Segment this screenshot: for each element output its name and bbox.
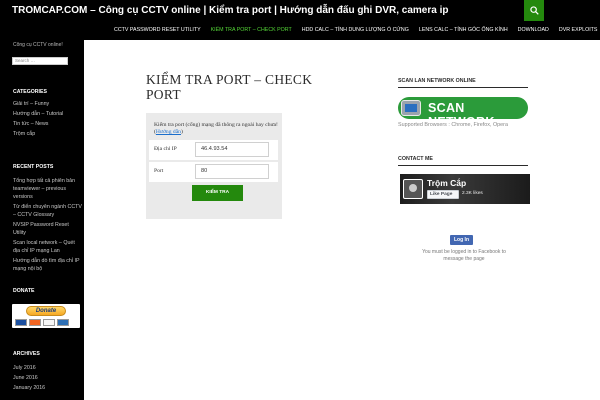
nav-item-dvr-exploits[interactable]: DVR Exploits xyxy=(559,27,598,33)
recent-post-link[interactable]: Tổng hợp tất cả phiên bản teamviewer – p… xyxy=(13,177,83,201)
category-link[interactable]: Tin tức – News xyxy=(13,120,83,128)
supported-browsers: Supported Browsers : Chrome, Firefox, Op… xyxy=(398,122,508,128)
amex-card-icon xyxy=(43,319,55,326)
ip-row: Địa chỉ IP 46.4.93.54 xyxy=(149,140,278,160)
archive-link[interactable]: July 2016 xyxy=(13,364,83,372)
mastercard-icon xyxy=(29,319,41,326)
recent-posts-list: Tổng hợp tất cả phiên bản teamviewer – p… xyxy=(13,177,83,275)
category-link[interactable]: Trộm cắp xyxy=(13,130,83,138)
payment-cards xyxy=(15,319,69,326)
recent-post-link[interactable]: NVSIP Password Reset Utility xyxy=(13,221,83,237)
site-header: TROMCAP.COM – Công cụ CCTV online | Kiểm… xyxy=(0,0,600,24)
guide-link[interactable]: Hướng dẫn xyxy=(156,129,181,135)
category-link[interactable]: Hướng dẫn – Tutorial xyxy=(13,110,83,118)
search-toggle-button[interactable] xyxy=(524,0,544,21)
facebook-cover-image: Trộm Cắp Like Page 2.3K likes xyxy=(400,174,530,204)
archives-list: July 2016 June 2016 January 2016 xyxy=(13,364,83,394)
primary-navigation: CCTV Password Reset Utility Kiểm tra Por… xyxy=(0,24,600,40)
categories-title: Categories xyxy=(13,89,47,95)
archives-title: Archives xyxy=(13,351,40,357)
donate-title: Donate xyxy=(13,288,35,294)
contact-title-divider xyxy=(398,165,528,166)
donate-widget: Donate xyxy=(12,304,80,328)
like-page-button[interactable]: Like Page xyxy=(427,190,459,199)
recent-post-link[interactable]: Hướng dẫn dò tìm địa chỉ IP mạng nội bộ xyxy=(13,257,83,273)
search-icon xyxy=(529,6,539,15)
facebook-login-button[interactable]: Log In xyxy=(450,235,473,245)
facebook-page-name[interactable]: Trộm Cắp xyxy=(427,178,466,188)
sidebar-search-input[interactable]: Search … xyxy=(12,57,68,65)
form-note: Kiểm tra port (cổng) mạng đã thông ra ng… xyxy=(154,122,278,136)
ip-address-input[interactable]: 46.4.93.54 xyxy=(195,142,269,157)
left-sidebar: Công cụ CCTV online! Search … Categories… xyxy=(0,40,84,400)
archive-link[interactable]: January 2016 xyxy=(13,384,83,392)
nav-item-password-reset[interactable]: CCTV Password Reset Utility xyxy=(114,27,201,33)
scan-widget-title: Scan Lan Network Online xyxy=(398,78,476,84)
visa-card-icon xyxy=(15,319,27,326)
facebook-login-message: You must be logged in to Facebook to mes… xyxy=(422,249,506,262)
bank-card-icon xyxy=(57,319,69,326)
check-port-form: Kiểm tra port (cổng) mạng đã thông ra ng… xyxy=(146,113,282,219)
nav-item-check-port[interactable]: Kiểm tra Port – Check Port xyxy=(211,27,292,33)
check-port-button[interactable]: Kiểm tra xyxy=(192,185,243,201)
ip-label: Địa chỉ IP xyxy=(154,146,177,152)
nav-item-lens-calc[interactable]: Lens Calc – Tính góc ống kính xyxy=(419,27,508,33)
page-likes-count: 2.3K likes xyxy=(462,191,483,196)
donate-button[interactable]: Donate xyxy=(26,306,66,316)
recent-post-link[interactable]: Scan local network – Quét địa chỉ IP mạn… xyxy=(13,239,83,255)
archive-link[interactable]: June 2016 xyxy=(13,374,83,382)
facebook-page-widget: Trộm Cắp Like Page 2.3K likes Log In You… xyxy=(398,173,530,264)
recent-posts-title: Recent Posts xyxy=(13,164,54,170)
note-end: ) xyxy=(180,129,183,135)
scan-banner-text: SCAN NETWORK xyxy=(428,101,494,119)
nav-item-hdd-calc[interactable]: HDD Calc – Tính dung lượng ổ cứng xyxy=(302,27,409,33)
category-link[interactable]: Giải trí – Funny xyxy=(13,100,83,108)
page-title: Kiểm tra port – Check port xyxy=(146,72,313,102)
main-content: Kiểm tra port – Check port Kiểm tra port… xyxy=(84,40,600,400)
categories-list: Giải trí – Funny Hướng dẫn – Tutorial Ti… xyxy=(13,100,83,140)
scan-network-banner[interactable]: SCAN NETWORK xyxy=(398,97,528,119)
page-avatar[interactable] xyxy=(403,179,423,199)
port-input[interactable]: 80 xyxy=(195,164,269,179)
scan-title-divider xyxy=(398,87,528,88)
contact-title: Contact Me xyxy=(398,156,433,162)
nav-item-download[interactable]: Download xyxy=(518,27,549,33)
computer-icon xyxy=(401,100,421,116)
recent-post-link[interactable]: Từ điển chuyên ngành CCTV – CCTV Glossar… xyxy=(13,203,83,219)
site-title[interactable]: TROMCAP.COM – Công cụ CCTV online | Kiểm… xyxy=(12,5,448,16)
port-label: Port xyxy=(154,168,164,174)
site-tagline: Công cụ CCTV online! xyxy=(13,42,63,48)
port-row: Port 80 xyxy=(149,162,278,182)
